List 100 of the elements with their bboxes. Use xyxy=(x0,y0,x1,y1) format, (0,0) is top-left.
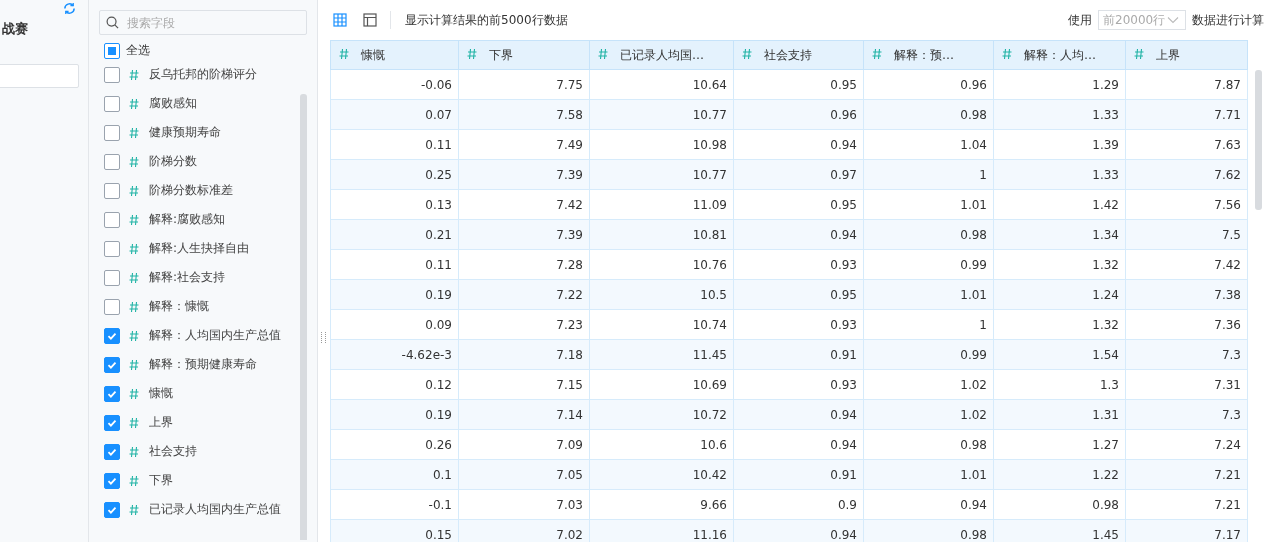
refresh-icon[interactable] xyxy=(63,2,76,15)
column-header[interactable]: 解释：人均… xyxy=(993,40,1126,70)
table-cell: 0.07 xyxy=(330,99,459,130)
number-type-icon xyxy=(129,271,139,284)
number-type-icon xyxy=(129,68,139,81)
checkbox[interactable] xyxy=(104,124,120,141)
table-cell: 1.24 xyxy=(993,279,1126,310)
table-cell: 10.74 xyxy=(589,309,734,340)
input-field[interactable] xyxy=(0,64,79,88)
select-all-checkbox[interactable] xyxy=(104,42,120,59)
table-cell: 7.24 xyxy=(1125,429,1248,460)
number-type-icon xyxy=(129,445,139,458)
number-type-icon xyxy=(129,474,139,487)
table-cell: 1.27 xyxy=(993,429,1126,460)
checkbox[interactable] xyxy=(104,240,120,257)
grid-view-icon[interactable] xyxy=(333,13,347,27)
number-type-icon xyxy=(598,47,608,60)
table-cell: 0.94 xyxy=(733,429,864,460)
number-type-icon xyxy=(129,416,139,429)
table-cell: 7.05 xyxy=(458,459,590,490)
table-cell: 1.02 xyxy=(863,399,994,430)
checkbox[interactable] xyxy=(104,211,120,228)
suffix-label: 数据进行计算 xyxy=(1192,11,1264,29)
checkbox[interactable] xyxy=(104,66,120,83)
table-cell: 0.93 xyxy=(733,369,864,400)
column-header[interactable]: 解释：预… xyxy=(863,40,994,70)
table-cell: 0.9 xyxy=(733,489,864,520)
field-label: 腐败感知 xyxy=(149,95,197,112)
table-cell: 9.66 xyxy=(589,489,734,520)
table-cell: 7.17 xyxy=(1125,519,1248,542)
field-label: 阶梯分数标准差 xyxy=(149,182,233,199)
number-type-icon xyxy=(129,300,139,313)
table-cell: 7.21 xyxy=(1125,489,1248,520)
table-cell: -0.1 xyxy=(330,489,459,520)
search-field[interactable]: 搜索字段 xyxy=(99,10,307,35)
checkbox[interactable] xyxy=(104,414,120,431)
table-cell: 0.91 xyxy=(733,339,864,370)
table-cell: 1.33 xyxy=(993,99,1126,130)
table-cell: 0.11 xyxy=(330,129,459,160)
table-cell: -0.06 xyxy=(330,69,459,100)
scrollbar[interactable] xyxy=(300,94,307,540)
table-cell: 7.39 xyxy=(458,159,590,190)
table-cell: 7.42 xyxy=(458,189,590,220)
checkbox[interactable] xyxy=(104,269,120,286)
checkbox[interactable] xyxy=(104,385,120,402)
table-cell: 0.94 xyxy=(733,399,864,430)
checkbox[interactable] xyxy=(104,95,120,112)
layout-view-icon[interactable] xyxy=(363,13,377,27)
table-cell: 0.98 xyxy=(863,219,994,250)
number-type-icon xyxy=(1134,47,1144,60)
field-label: 已记录人均国内生产总值 xyxy=(149,501,281,518)
field-label: 慷慨 xyxy=(149,385,173,402)
checkbox[interactable] xyxy=(104,443,120,460)
table-cell: 7.09 xyxy=(458,429,590,460)
column-header[interactable]: 慷慨 xyxy=(330,40,459,70)
column-header[interactable]: 下界 xyxy=(458,40,590,70)
field-label: 解释：预期健康寿命 xyxy=(149,356,257,373)
table-cell: 7.49 xyxy=(458,129,590,160)
table-cell: 0.19 xyxy=(330,279,459,310)
number-type-icon xyxy=(129,329,139,342)
checkbox[interactable] xyxy=(104,327,120,344)
table-cell: 1.32 xyxy=(993,249,1126,280)
table-cell: 7.14 xyxy=(458,399,590,430)
table-cell: 7.31 xyxy=(1125,369,1248,400)
scrollbar[interactable] xyxy=(1255,70,1262,210)
field-label: 上界 xyxy=(149,414,173,431)
field-label: 解释：人均国内生产总值 xyxy=(149,327,281,344)
table-cell: 1.01 xyxy=(863,189,994,220)
table-cell: 7.39 xyxy=(458,219,590,250)
table-cell: 1.54 xyxy=(993,339,1126,370)
table-cell: 7.42 xyxy=(1125,249,1248,280)
table-cell: 0.21 xyxy=(330,219,459,250)
column-header[interactable]: 已记录人均国… xyxy=(589,40,734,70)
number-type-icon xyxy=(129,242,139,255)
info-text: 显示计算结果的前5000行数据 xyxy=(405,11,568,29)
table-cell: 0.11 xyxy=(330,249,459,280)
select-all-label: 全选 xyxy=(126,42,150,59)
table-cell: 10.77 xyxy=(589,159,734,190)
column-header[interactable]: 社会支持 xyxy=(733,40,864,70)
checkbox[interactable] xyxy=(104,356,120,373)
table-cell: 0.97 xyxy=(733,159,864,190)
table-cell: 10.72 xyxy=(589,399,734,430)
table-cell: 7.3 xyxy=(1125,399,1248,430)
drag-handle[interactable] xyxy=(321,332,326,343)
field-label: 下界 xyxy=(149,472,173,489)
number-type-icon xyxy=(129,213,139,226)
checkbox[interactable] xyxy=(104,182,120,199)
checkbox[interactable] xyxy=(104,501,120,518)
number-type-icon xyxy=(129,358,139,371)
table-cell: 0.96 xyxy=(863,69,994,100)
table-cell: -4.62e-3 xyxy=(330,339,459,370)
table-cell: 7.56 xyxy=(1125,189,1248,220)
number-type-icon xyxy=(129,155,139,168)
checkbox[interactable] xyxy=(104,472,120,489)
table-cell: 7.75 xyxy=(458,69,590,100)
field-label: 健康预期寿命 xyxy=(149,124,221,141)
checkbox[interactable] xyxy=(104,298,120,315)
table-cell: 1.34 xyxy=(993,219,1126,250)
checkbox[interactable] xyxy=(104,153,120,170)
column-header[interactable]: 上界 xyxy=(1125,40,1248,70)
